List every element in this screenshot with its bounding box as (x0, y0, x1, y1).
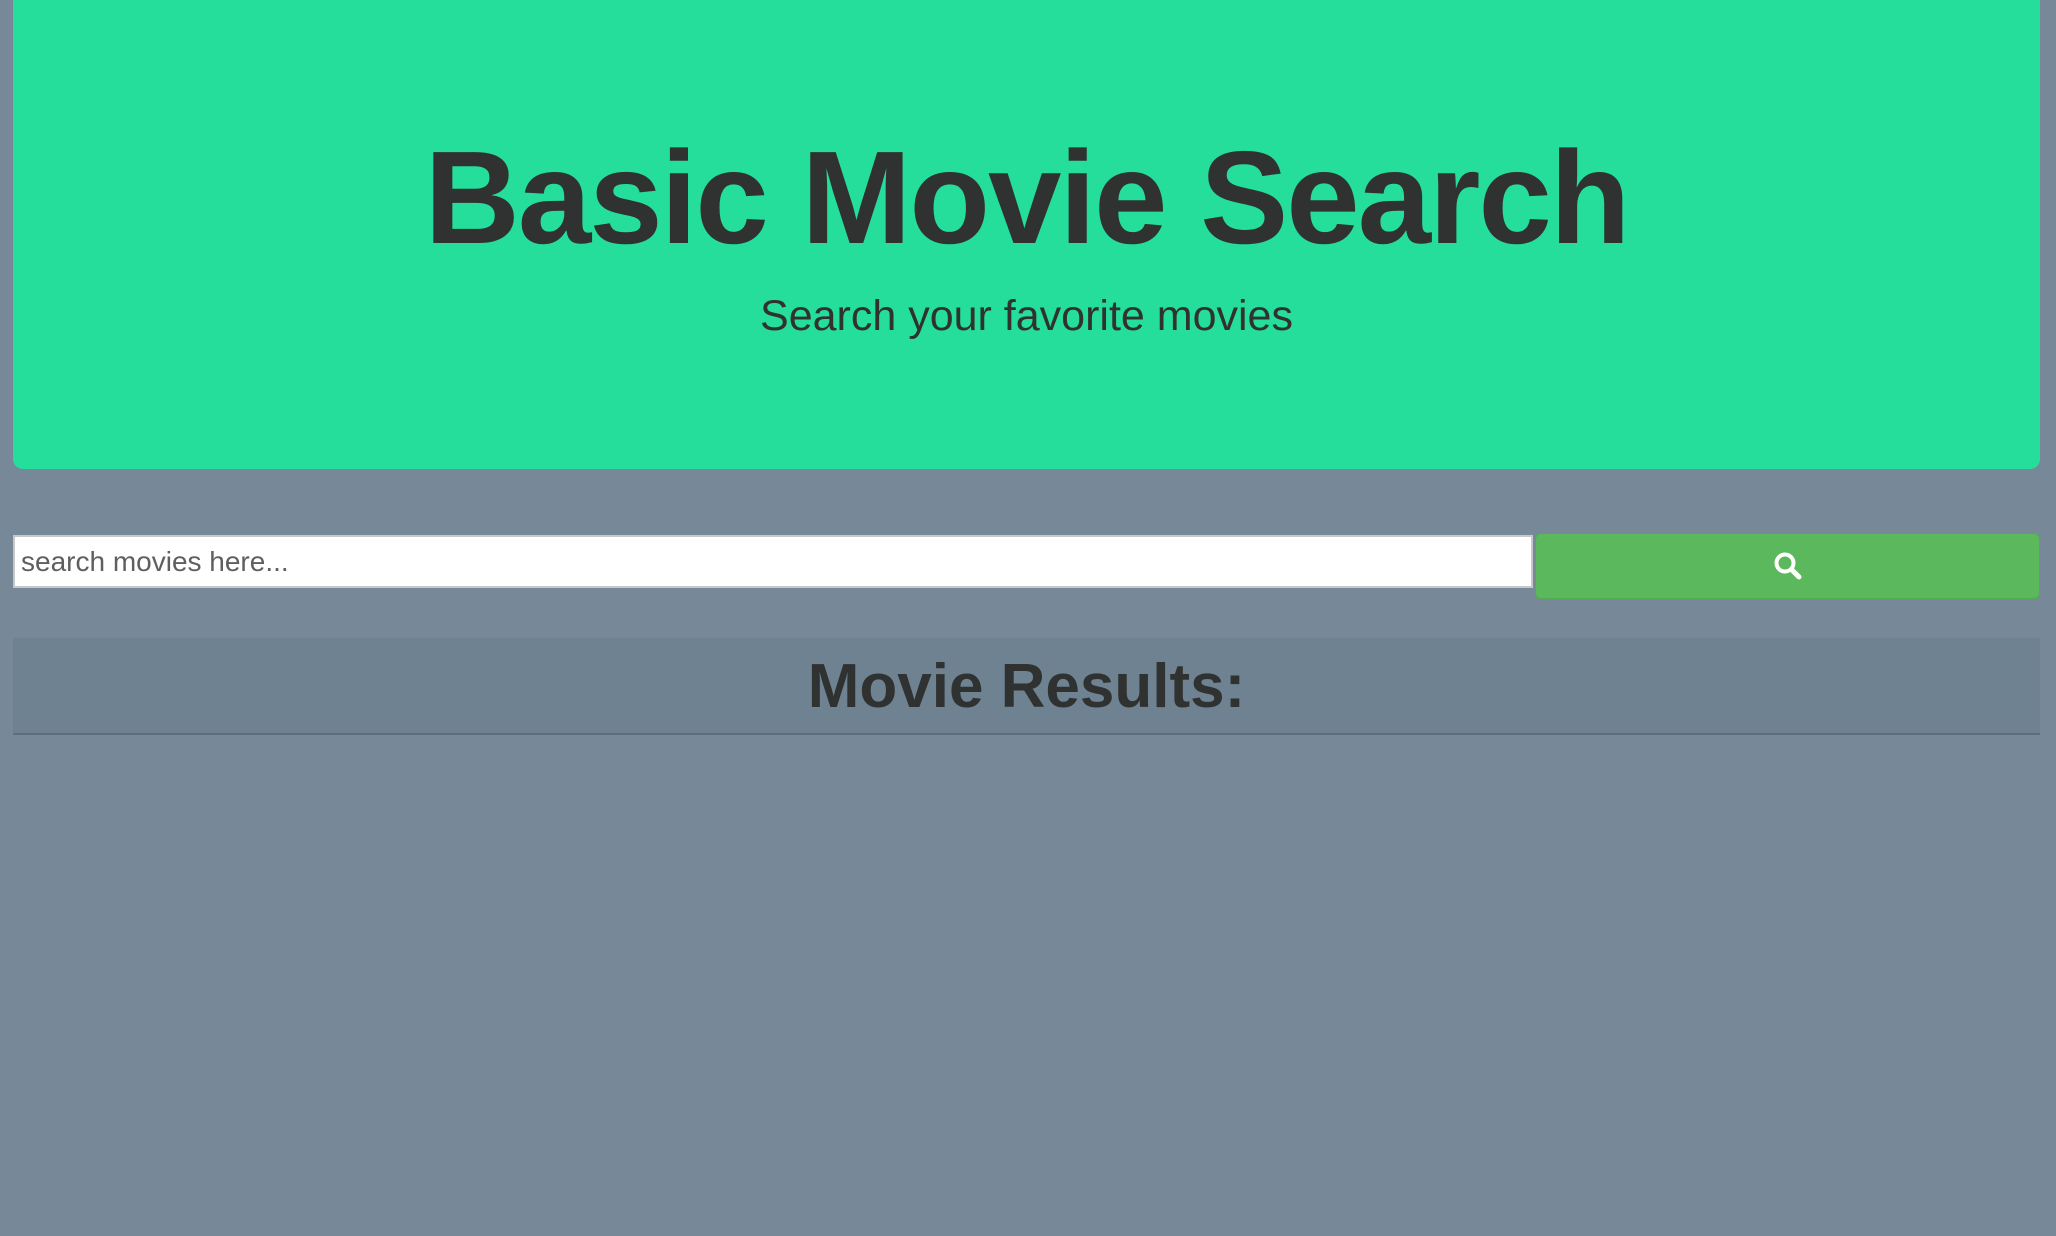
hero-banner: Basic Movie Search Search your favorite … (13, 0, 2040, 469)
search-input[interactable] (13, 535, 1533, 588)
results-header: Movie Results: (13, 638, 2040, 735)
results-list (13, 737, 2040, 1217)
search-icon (1774, 552, 1801, 580)
page-title: Basic Movie Search (424, 124, 1631, 271)
search-button[interactable] (1535, 533, 2040, 599)
page-subtitle: Search your favorite movies (760, 292, 1293, 340)
results-heading: Movie Results: (807, 652, 1246, 721)
